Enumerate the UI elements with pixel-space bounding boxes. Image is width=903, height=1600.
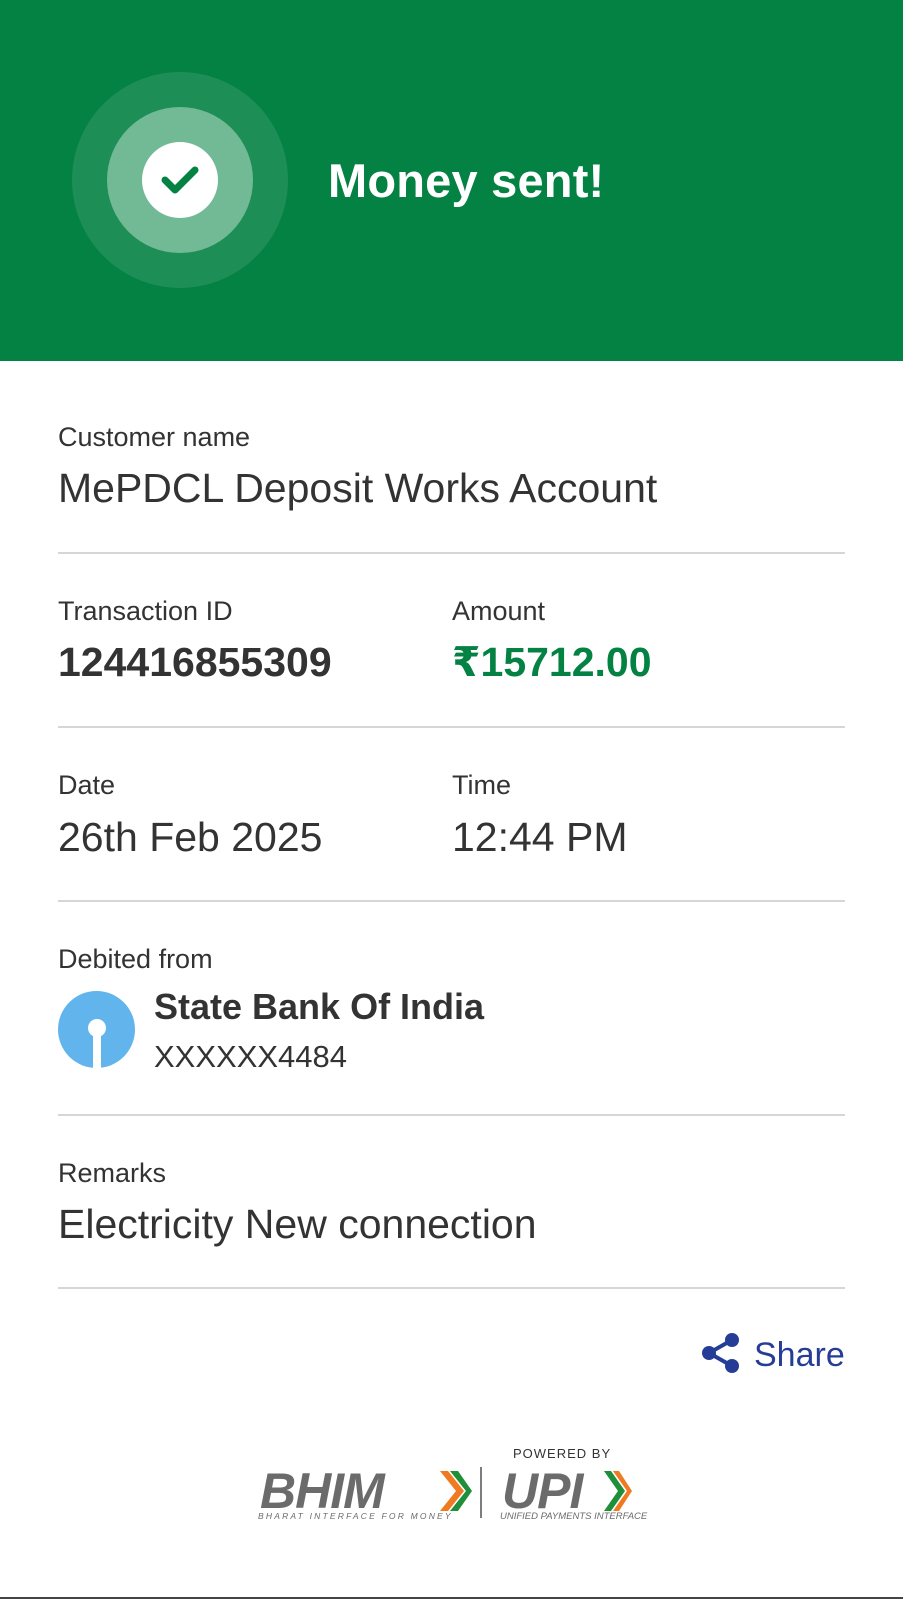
customer-name-value: MePDCL Deposit Works Account <box>58 465 658 511</box>
bhim-tagline: BHARAT INTERFACE FOR MONEY <box>258 1511 453 1521</box>
divider <box>58 1287 845 1289</box>
share-button[interactable]: Share <box>700 1332 845 1379</box>
date-value: 26th Feb 2025 <box>58 814 323 860</box>
transaction-id-label: Transaction ID <box>58 596 233 626</box>
date-label: Date <box>58 770 116 800</box>
share-icon <box>700 1332 742 1379</box>
upi-logo: UPI <box>502 1463 583 1519</box>
success-header: Money sent! <box>0 0 903 361</box>
transaction-id-value: 124416855309 <box>58 639 332 685</box>
bhim-upi-footer: BHIM BHARAT INTERFACE FOR MONEY POWERED … <box>258 1444 648 1524</box>
remarks-label: Remarks <box>58 1158 167 1188</box>
amount-value: ₹15712.00 <box>452 639 652 685</box>
bhim-logo: BHIM <box>260 1463 385 1519</box>
check-icon <box>142 142 218 218</box>
powered-by-label: POWERED BY <box>513 1446 612 1461</box>
sbi-logo-icon <box>58 991 135 1068</box>
bottom-edge <box>0 1597 903 1599</box>
divider <box>58 552 845 554</box>
amount-label: Amount <box>452 596 546 626</box>
logo-separator <box>480 1467 482 1518</box>
remarks-value: Electricity New connection <box>58 1201 537 1247</box>
divider <box>58 900 845 902</box>
time-value: 12:44 PM <box>452 814 628 860</box>
time-label: Time <box>452 770 511 800</box>
customer-name-label: Customer name <box>58 422 251 452</box>
bhim-chevron-icon <box>440 1471 472 1511</box>
bank-account-number: XXXXXX4484 <box>154 1039 348 1074</box>
divider <box>58 726 845 728</box>
upi-chevron-icon <box>604 1471 632 1511</box>
debited-from-label: Debited from <box>58 944 213 974</box>
share-label: Share <box>754 1335 845 1374</box>
divider <box>58 1114 845 1116</box>
upi-tagline: UNIFIED PAYMENTS INTERFACE <box>500 1511 648 1522</box>
page-title: Money sent! <box>328 154 605 207</box>
bank-name: State Bank Of India <box>154 986 485 1027</box>
